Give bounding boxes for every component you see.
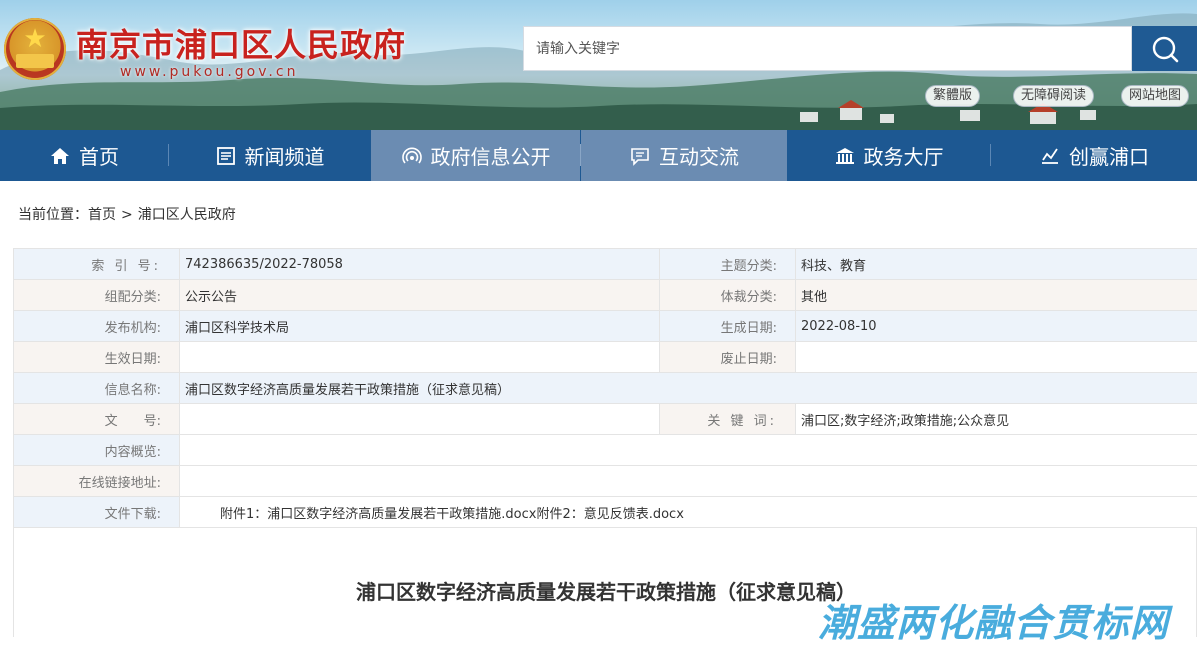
index-number-label: 索 引 号:: [14, 249, 180, 280]
national-emblem-icon: ★: [4, 18, 66, 80]
nav-item-label: 互动交流: [659, 141, 739, 170]
breadcrumb-current-link[interactable]: 浦口区人民政府: [138, 207, 236, 223]
nav-item-gov-info[interactable]: 政府信息公开: [371, 130, 580, 181]
breadcrumb: 当前位置：首页 > 浦口区人民政府: [18, 204, 236, 224]
effective-date-label: 生效日期:: [14, 342, 180, 373]
search-button[interactable]: [1132, 26, 1197, 71]
watermark: 潮盛两化融合贯标网: [818, 592, 1169, 647]
search-icon: [1150, 34, 1180, 64]
nav-item-label: 创赢浦口: [1069, 141, 1149, 170]
created-date-value: 2022-08-10: [796, 311, 1197, 342]
nav-item-label: 首页: [79, 141, 119, 170]
keywords-value: 浦口区;数字经济;政策措施;公众意见: [796, 404, 1197, 435]
nav-item-home[interactable]: 首页: [0, 130, 168, 181]
nav-item-label: 新闻频道: [245, 141, 325, 170]
attachment-2-link[interactable]: 附件2：意见反馈表.docx: [536, 507, 683, 522]
expiry-date-label: 废止日期:: [660, 342, 796, 373]
site-title[interactable]: 南京市浦口区人民政府: [76, 20, 406, 66]
info-name-label: 信息名称:: [14, 373, 180, 404]
nav-item-pukou-win[interactable]: 创赢浦口: [991, 130, 1197, 181]
nav-item-interaction[interactable]: 互动交流: [581, 130, 787, 181]
file-download-value: 附件1：浦口区数字经济高质量发展若干政策措施.docx附件2：意见反馈表.doc…: [180, 497, 1197, 528]
keywords-label: 关 键 词:: [660, 404, 796, 435]
document-info-table: 索 引 号: 742386635/2022-78058 主题分类: 科技、教育 …: [13, 248, 1197, 528]
chart-icon: [1039, 145, 1061, 167]
attachment-1-link[interactable]: 附件1：浦口区数字经济高质量发展若干政策措施.docx: [220, 507, 536, 522]
breadcrumb-separator: >: [121, 207, 133, 223]
genre-category-value: 其他: [796, 280, 1197, 311]
created-date-label: 生成日期:: [660, 311, 796, 342]
breadcrumb-prefix: 当前位置：: [18, 207, 88, 223]
index-number-value: 742386635/2022-78058: [180, 249, 660, 280]
document-number-label: 文 号:: [14, 404, 180, 435]
nav-item-news[interactable]: 新闻频道: [169, 130, 370, 181]
nav-item-label: 政府信息公开: [431, 141, 551, 170]
publisher-label: 发布机构:: [14, 311, 180, 342]
search-box: [523, 26, 1132, 71]
signal-icon: [401, 145, 423, 167]
file-download-label: 文件下载:: [14, 497, 180, 528]
header-banner: ★ 南京市浦口区人民政府 www.pukou.gov.cn 繁體版 无障碍阅读 …: [0, 0, 1197, 130]
table-row: 发布机构: 浦口区科学技术局 生成日期: 2022-08-10: [14, 311, 1197, 342]
table-row: 内容概览:: [14, 435, 1197, 466]
accessibility-link[interactable]: 无障碍阅读: [1013, 85, 1094, 107]
table-row: 文件下载: 附件1：浦口区数字经济高质量发展若干政策措施.docx附件2：意见反…: [14, 497, 1197, 528]
main-nav: 首页 新闻频道 政府信息公开 互动交流: [0, 130, 1197, 181]
online-link-value: [180, 466, 1197, 497]
nav-item-service-hall[interactable]: 政务大厅: [787, 130, 990, 181]
home-icon: [49, 145, 71, 167]
topic-category-label: 主题分类:: [660, 249, 796, 280]
document-number-value: [180, 404, 660, 435]
traditional-chinese-link[interactable]: 繁體版: [925, 85, 980, 107]
table-row: 生效日期: 废止日期:: [14, 342, 1197, 373]
utility-links: 繁體版 无障碍阅读 网站地图: [0, 85, 1197, 107]
chat-icon: [629, 145, 651, 167]
table-row: 组配分类: 公示公告 体裁分类: 其他: [14, 280, 1197, 311]
table-row: 文 号: 关 键 词: 浦口区;数字经济;政策措施;公众意见: [14, 404, 1197, 435]
effective-date-value: [180, 342, 660, 373]
publisher-value: 浦口区科学技术局: [180, 311, 660, 342]
search-input[interactable]: [524, 27, 1131, 70]
group-category-label: 组配分类:: [14, 280, 180, 311]
genre-category-label: 体裁分类:: [660, 280, 796, 311]
sitemap-link[interactable]: 网站地图: [1121, 85, 1189, 107]
table-row: 在线链接地址:: [14, 466, 1197, 497]
info-name-value: 浦口区数字经济高质量发展若干政策措施（征求意见稿）: [180, 373, 1197, 404]
news-icon: [215, 145, 237, 167]
group-category-value: 公示公告: [180, 280, 660, 311]
site-domain: www.pukou.gov.cn: [120, 64, 298, 80]
summary-value: [180, 435, 1197, 466]
summary-label: 内容概览:: [14, 435, 180, 466]
topic-category-value: 科技、教育: [796, 249, 1197, 280]
building-icon: [834, 145, 856, 167]
online-link-label: 在线链接地址:: [14, 466, 180, 497]
breadcrumb-home-link[interactable]: 首页: [88, 207, 116, 223]
nav-item-label: 政务大厅: [864, 141, 944, 170]
expiry-date-value: [796, 342, 1197, 373]
table-row: 信息名称: 浦口区数字经济高质量发展若干政策措施（征求意见稿）: [14, 373, 1197, 404]
table-row: 索 引 号: 742386635/2022-78058 主题分类: 科技、教育: [14, 249, 1197, 280]
